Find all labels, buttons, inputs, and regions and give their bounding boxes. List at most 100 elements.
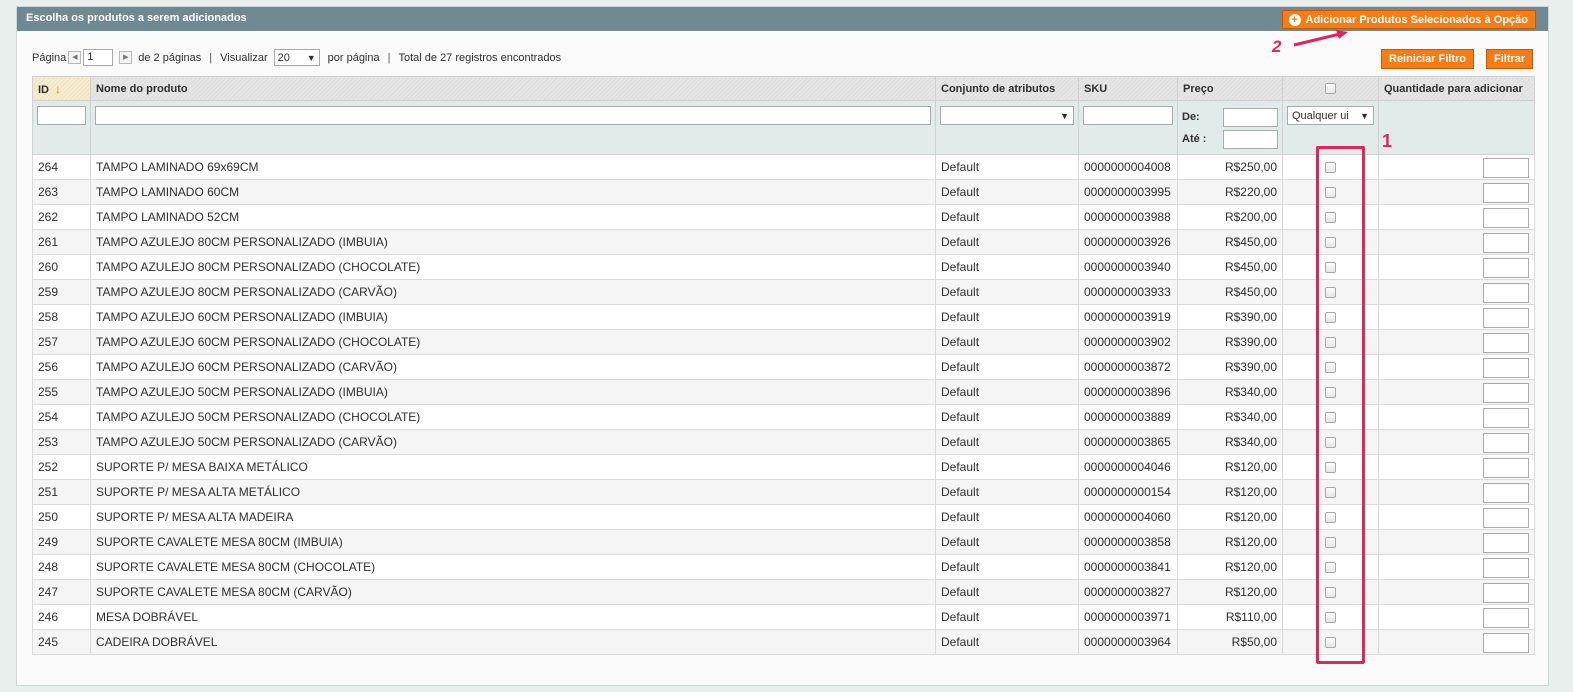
- cell-attr-set: Default: [935, 179, 1079, 205]
- name-filter-cell: [90, 100, 936, 155]
- filter-button[interactable]: Filtrar: [1486, 49, 1534, 69]
- cell-sku: 0000000003919: [1078, 304, 1178, 330]
- grid-body: 264 TAMPO LAMINADO 69x69CM Default 00000000…: [32, 154, 1535, 655]
- id-filter-input[interactable]: [37, 106, 86, 125]
- table-row[interactable]: 246 MESA DOBRÁVEL Default 0000000003971 R$11…: [32, 604, 1535, 630]
- qty-input[interactable]: [1483, 507, 1529, 528]
- select-all-checkbox[interactable]: [1325, 83, 1336, 95]
- grid-header-row: ID ↓ Nome do produto Conjunto de atributo…: [32, 76, 1535, 101]
- table-row[interactable]: 261 TAMPO AZULEJO 80CM PERSONALIZADO (IMB…: [32, 229, 1535, 255]
- qty-input[interactable]: [1483, 207, 1529, 228]
- qty-input[interactable]: [1483, 157, 1529, 178]
- qty-input[interactable]: [1483, 382, 1529, 403]
- table-row[interactable]: 254 TAMPO AZULEJO 50CM PERSONALIZADO (CHO…: [32, 404, 1535, 430]
- page-input[interactable]: 1: [83, 49, 114, 66]
- view-label: Visualizar: [220, 51, 268, 64]
- qty-input[interactable]: [1483, 407, 1529, 428]
- next-page-icon[interactable]: ▶: [119, 51, 133, 64]
- reset-filter-button[interactable]: Reiniciar Filtro: [1381, 49, 1475, 69]
- table-row[interactable]: 264 TAMPO LAMINADO 69x69CM Default 00000000…: [32, 154, 1535, 180]
- qty-input[interactable]: [1483, 457, 1529, 478]
- table-row[interactable]: 251 SUPORTE P/ MESA ALTA METÁLICO Default 0…: [32, 479, 1535, 505]
- cell-product-name: SUPORTE CAVALETE MESA 80CM (IMBUIA): [90, 529, 936, 555]
- qty-input[interactable]: [1483, 607, 1529, 628]
- cell-id: 258: [32, 304, 91, 330]
- table-row[interactable]: 248 SUPORTE CAVALETE MESA 80CM (CHOCOLATE…: [32, 554, 1535, 580]
- table-row[interactable]: 260 TAMPO AZULEJO 80CM PERSONALIZADO (CHO…: [32, 254, 1535, 280]
- qty-filter-cell: [1378, 100, 1535, 155]
- qty-input[interactable]: [1483, 532, 1529, 553]
- qty-input[interactable]: [1483, 307, 1529, 328]
- qty-input[interactable]: [1483, 482, 1529, 503]
- cell-attr-set: Default: [935, 354, 1079, 380]
- table-row[interactable]: 249 SUPORTE CAVALETE MESA 80CM (IMBUIA) De…: [32, 529, 1535, 555]
- column-attr-set-header[interactable]: Conjunto de atributos: [935, 76, 1079, 101]
- table-row[interactable]: 259 TAMPO AZULEJO 80CM PERSONALIZADO (CAR…: [32, 279, 1535, 305]
- cell-product-name: TAMPO AZULEJO 60CM PERSONALIZADO (CHOCOL…: [90, 329, 936, 355]
- cell-product-name: TAMPO LAMINADO 69x69CM: [90, 154, 936, 180]
- in-products-filter-select[interactable]: Qualquer ui ▼: [1287, 106, 1374, 125]
- table-row[interactable]: 253 TAMPO AZULEJO 50CM PERSONALIZADO (CAR…: [32, 429, 1535, 455]
- name-filter-input[interactable]: [95, 106, 931, 125]
- cell-sku: 0000000004008: [1078, 154, 1178, 180]
- cell-id: 252: [32, 454, 91, 480]
- table-row[interactable]: 256 TAMPO AZULEJO 60CM PERSONALIZADO (CAR…: [32, 354, 1535, 380]
- per-page-select[interactable]: 20 ▼: [273, 49, 320, 66]
- cell-sku: 0000000004046: [1078, 454, 1178, 480]
- page-label: Página: [32, 51, 67, 64]
- cell-sku: 0000000003827: [1078, 579, 1178, 605]
- cell-qty: [1378, 179, 1535, 205]
- add-selected-products-button[interactable]: + Adicionar Produtos Selecionados à Opçã…: [1281, 10, 1536, 29]
- attr-set-filter-select[interactable]: ▼: [940, 106, 1074, 125]
- cell-attr-set: Default: [935, 329, 1079, 355]
- cell-attr-set: Default: [935, 404, 1079, 430]
- cell-id: 257: [32, 329, 91, 355]
- cell-price: R$450,00: [1177, 279, 1283, 305]
- cell-attr-set: Default: [935, 529, 1079, 555]
- cell-qty: [1378, 454, 1535, 480]
- qty-input[interactable]: [1483, 557, 1529, 578]
- qty-input[interactable]: [1483, 332, 1529, 353]
- cell-id: 263: [32, 179, 91, 205]
- price-to-input[interactable]: [1223, 129, 1278, 149]
- qty-input[interactable]: [1483, 282, 1529, 303]
- qty-input[interactable]: [1483, 632, 1529, 653]
- table-row[interactable]: 252 SUPORTE P/ MESA BAIXA METÁLICO Default…: [32, 454, 1535, 480]
- table-row[interactable]: 247 SUPORTE CAVALETE MESA 80CM (CARVÃO) De…: [32, 579, 1535, 605]
- table-row[interactable]: 262 TAMPO LAMINADO 52CM Default 00000000039…: [32, 204, 1535, 230]
- table-row[interactable]: 263 TAMPO LAMINADO 60CM Default 00000000039…: [32, 179, 1535, 205]
- qty-input[interactable]: [1483, 432, 1529, 453]
- price-from-input[interactable]: [1223, 107, 1278, 127]
- table-row[interactable]: 257 TAMPO AZULEJO 60CM PERSONALIZADO (CHO…: [32, 329, 1535, 355]
- column-sku-header[interactable]: SKU: [1078, 76, 1178, 101]
- column-name-header[interactable]: Nome do produto: [90, 76, 936, 101]
- qty-input[interactable]: [1483, 257, 1529, 278]
- qty-input[interactable]: [1483, 232, 1529, 253]
- cell-qty: [1378, 329, 1535, 355]
- cell-id: 262: [32, 204, 91, 230]
- highlight-box-checkbox-column: [1316, 146, 1365, 664]
- sku-filter-input[interactable]: [1083, 106, 1173, 125]
- qty-input[interactable]: [1483, 582, 1529, 603]
- cell-price: R$340,00: [1177, 404, 1283, 430]
- table-row[interactable]: 255 TAMPO AZULEJO 50CM PERSONALIZADO (IMB…: [32, 379, 1535, 405]
- chevron-down-icon: ▼: [1360, 110, 1369, 121]
- qty-input[interactable]: [1483, 357, 1529, 378]
- pager-separator: |: [209, 51, 213, 64]
- qty-input[interactable]: [1483, 182, 1529, 203]
- cell-price: R$250,00: [1177, 154, 1283, 180]
- cell-id: 260: [32, 254, 91, 280]
- prev-page-icon[interactable]: ◀: [68, 51, 82, 64]
- cell-product-name: TAMPO AZULEJO 50CM PERSONALIZADO (CARVÃO…: [90, 429, 936, 455]
- column-id-header[interactable]: ID ↓: [32, 76, 91, 101]
- cell-attr-set: Default: [935, 204, 1079, 230]
- cell-price: R$120,00: [1177, 529, 1283, 555]
- cell-product-name: TAMPO AZULEJO 50CM PERSONALIZADO (CHOCOL…: [90, 404, 936, 430]
- table-row[interactable]: 250 SUPORTE P/ MESA ALTA MADEIRA Default 00…: [32, 504, 1535, 530]
- column-price-header[interactable]: Preço: [1177, 76, 1283, 101]
- cell-price: R$450,00: [1177, 229, 1283, 255]
- cell-qty: [1378, 554, 1535, 580]
- table-row[interactable]: 245 CADEIRA DOBRÁVEL Default 0000000003964 R…: [32, 629, 1535, 655]
- cell-qty: [1378, 479, 1535, 505]
- table-row[interactable]: 258 TAMPO AZULEJO 60CM PERSONALIZADO (IMB…: [32, 304, 1535, 330]
